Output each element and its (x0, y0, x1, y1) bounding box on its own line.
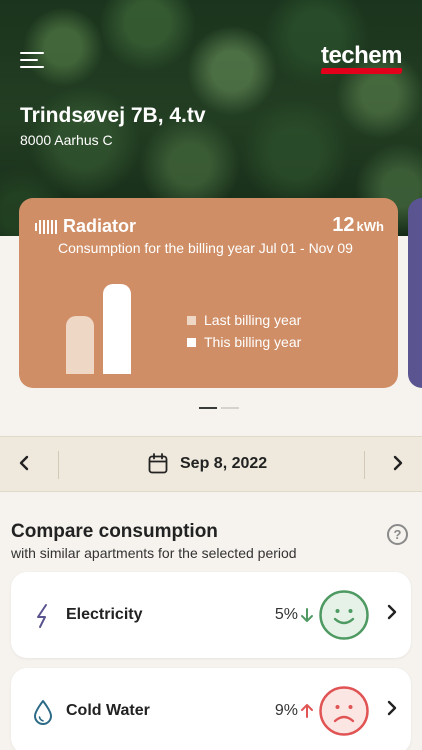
card-value: 12 kWh (332, 214, 384, 236)
help-icon[interactable]: ? (387, 524, 408, 545)
chevron-left-icon[interactable] (12, 453, 36, 477)
compare-row-electricity[interactable]: Electricity 5% (11, 572, 411, 658)
row-percent: 5% (275, 606, 314, 624)
chevron-right-icon (387, 699, 397, 722)
bar-this-billing-year (103, 284, 131, 374)
radiator-icon (35, 219, 57, 235)
arrow-down-icon (301, 608, 313, 622)
pager-dots (199, 407, 239, 409)
row-percent: 9% (275, 702, 314, 720)
arrow-up-icon (301, 704, 313, 718)
date-selector: Sep 8, 2022 (0, 436, 422, 492)
address-city: 8000 Aarhus C (20, 132, 113, 148)
logo-text: techem (320, 42, 403, 69)
date-picker[interactable]: Sep 8, 2022 (148, 453, 267, 475)
pager-dot (221, 407, 239, 409)
card-title: Radiator (63, 216, 137, 236)
compare-subtitle: with similar apartments for the selected… (11, 545, 297, 561)
calendar-icon (148, 453, 168, 474)
compare-title: Compare consumption (11, 521, 218, 542)
happy-face-icon (319, 590, 369, 640)
water-drop-icon (34, 700, 52, 725)
row-label: Electricity (66, 606, 143, 623)
next-card-peek[interactable] (408, 198, 422, 388)
address-title: Trindsøvej 7B, 4.tv (20, 104, 206, 127)
menu-icon (20, 52, 44, 54)
compare-row-cold-water[interactable]: Cold Water 9% (11, 668, 411, 750)
chevron-right-icon (387, 603, 397, 626)
sad-face-icon (319, 686, 369, 736)
legend-this: This billing year (187, 334, 301, 350)
lightning-icon (37, 604, 47, 628)
card-subtitle: Consumption for the billing year Jul 01 … (58, 240, 353, 256)
pager-dot-active (199, 407, 217, 409)
bar-last-billing-year (66, 316, 94, 374)
selected-date: Sep 8, 2022 (180, 455, 268, 472)
legend-last: Last billing year (187, 312, 301, 328)
chevron-right-icon[interactable] (386, 453, 410, 477)
row-label: Cold Water (66, 702, 150, 719)
brand-logo: techem (320, 42, 403, 74)
menu-button[interactable] (20, 52, 46, 70)
radiator-card[interactable]: Radiator 12 kWh Consumption for the billi… (19, 198, 398, 388)
